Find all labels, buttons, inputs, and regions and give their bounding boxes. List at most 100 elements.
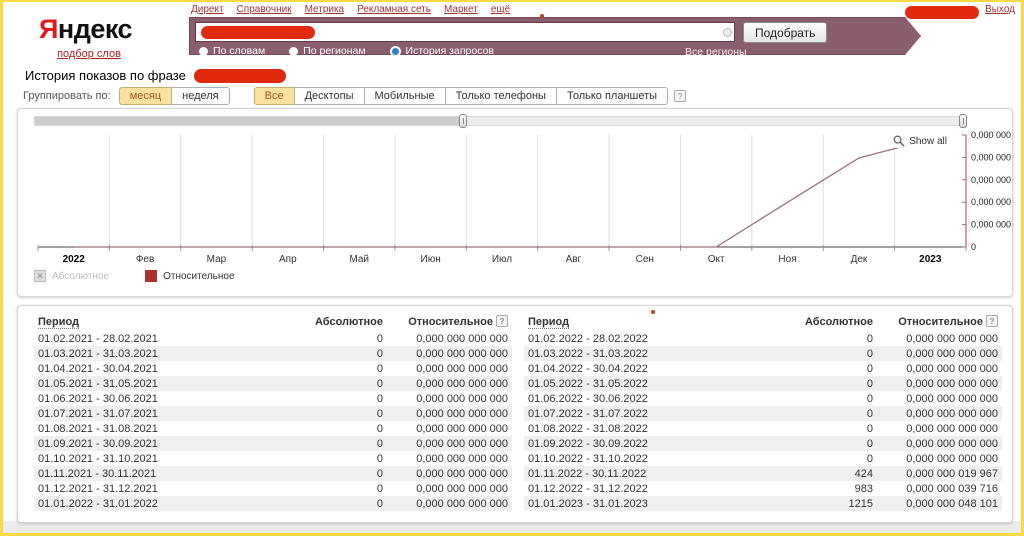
relative-cell: 0,000 000 000 000	[877, 436, 1002, 451]
relative-help-icon[interactable]: ?	[496, 315, 508, 327]
top-nav-link-0[interactable]: Директ	[191, 4, 224, 15]
period-cell: 01.05.2021 - 31.05.2021	[34, 376, 292, 391]
table-header-row: ПериодАбсолютноеОтносительное?	[524, 312, 1002, 331]
period-cell: 01.02.2021 - 28.02.2021	[34, 331, 292, 346]
history-line-chart: 2022ФевМарАпрМайИюнИюлАвгСенОктНояДек202…	[18, 129, 1014, 279]
search-mode-1[interactable]: По регионам	[289, 45, 365, 57]
legend-swatch: ✕	[34, 270, 46, 282]
top-nav-link-2[interactable]: Метрика	[305, 4, 345, 15]
device-tab-0[interactable]: Все	[254, 87, 295, 105]
svg-text:0,000 000 01: 0,000 000 01	[971, 220, 1014, 230]
relative-cell: 0,000 000 039 716	[877, 481, 1002, 496]
slider-unselected-range	[35, 117, 463, 125]
group-option-0[interactable]: месяц	[119, 87, 172, 105]
search-submit-button[interactable]: Подобрать	[743, 22, 827, 43]
absolute-cell: 0	[782, 391, 877, 406]
controls-bar: Группировать по: месяцнеделя ВсеДесктопы…	[23, 87, 686, 105]
top-nav-link-3[interactable]: Рекламная сеть	[357, 4, 431, 15]
absolute-cell: 0	[292, 496, 387, 511]
period-cell: 01.04.2022 - 30.04.2022	[524, 361, 782, 376]
logo-rest: ндекс	[58, 14, 132, 44]
absolute-cell: 0	[292, 361, 387, 376]
relative-cell: 0,000 000 000 000	[877, 331, 1002, 346]
absolute-cell: 0	[292, 376, 387, 391]
table-row: 01.06.2022 - 30.06.202200,000 000 000 00…	[524, 391, 1002, 406]
relative-cell: 0,000 000 000 000	[387, 421, 512, 436]
top-nav-link-5[interactable]: ещё	[491, 4, 510, 15]
relative-cell: 0,000 000 000 000	[387, 331, 512, 346]
search-input[interactable]	[195, 22, 735, 42]
absolute-cell: 0	[782, 376, 877, 391]
legend-label: Относительное	[163, 271, 234, 282]
legend-item-0[interactable]: ✕ Абсолютное	[34, 270, 109, 282]
device-tab-4[interactable]: Только планшеты	[556, 87, 668, 105]
relative-cell: 0,000 000 000 000	[387, 466, 512, 481]
legend-label: Абсолютное	[52, 271, 109, 282]
device-tab-3[interactable]: Только телефоны	[445, 87, 557, 105]
legend-item-1[interactable]: Относительное	[145, 270, 234, 282]
username-redacted	[905, 6, 979, 19]
svg-text:Апр: Апр	[279, 254, 297, 265]
slider-handle-right[interactable]	[959, 114, 967, 128]
relative-cell: 0,000 000 000 000	[877, 346, 1002, 361]
device-tab-1[interactable]: Десктопы	[294, 87, 365, 105]
absolute-column-header: Абсолютное	[292, 312, 387, 331]
svg-text:2022: 2022	[63, 254, 86, 265]
time-range-slider[interactable]	[34, 116, 967, 126]
relative-cell: 0,000 000 000 000	[387, 406, 512, 421]
all-regions-link[interactable]: Все регионы	[685, 46, 747, 58]
table-row: 01.08.2022 - 31.08.202200,000 000 000 00…	[524, 421, 1002, 436]
relative-help-icon[interactable]: ?	[986, 315, 998, 327]
wordstat-link[interactable]: подбор слов	[43, 48, 135, 60]
top-nav-link-1[interactable]: Справочник	[237, 4, 292, 15]
search-mode-0[interactable]: По словам	[199, 45, 265, 57]
yandex-logo[interactable]: Яндекс	[39, 14, 132, 45]
period-cell: 01.07.2021 - 31.07.2021	[34, 406, 292, 421]
relative-cell: 0,000 000 000 000	[387, 451, 512, 466]
group-option-1[interactable]: неделя	[171, 87, 230, 105]
svg-text:Авг: Авг	[566, 254, 582, 265]
top-nav-link-4[interactable]: Маркет	[444, 4, 478, 15]
period-cell: 01.12.2021 - 31.12.2021	[34, 481, 292, 496]
show-all-button[interactable]: Show all	[890, 134, 950, 148]
clear-input-icon[interactable]	[723, 28, 732, 37]
svg-text:0,000 000 04: 0,000 000 04	[971, 152, 1014, 162]
top-nav: Директ Справочник Метрика Рекламная сеть Мар…	[191, 4, 510, 15]
svg-text:Окт: Окт	[708, 254, 725, 265]
absolute-cell: 0	[292, 436, 387, 451]
table-header-row: ПериодАбсолютноеОтносительное?	[34, 312, 512, 331]
magnifier-icon	[893, 135, 905, 147]
table-row: 01.11.2022 - 30.11.20224240,000 000 019 …	[524, 466, 1002, 481]
show-all-label: Show all	[909, 136, 947, 147]
search-mode-2[interactable]: История запросов	[390, 45, 494, 57]
device-tab-2[interactable]: Мобильные	[364, 87, 446, 105]
relative-cell: 0,000 000 000 000	[387, 481, 512, 496]
absolute-cell: 0	[782, 331, 877, 346]
absolute-column-header: Абсолютное	[782, 312, 877, 331]
table-row: 01.11.2021 - 30.11.202100,000 000 000 00…	[34, 466, 512, 481]
history-chart-panel: 2022ФевМарАпрМайИюнИюлАвгСенОктНояДек202…	[17, 108, 1013, 297]
tabs-help-icon[interactable]: ?	[674, 90, 686, 102]
search-form: Подобрать По словам По регионам История за…	[189, 17, 921, 55]
table-row: 01.07.2021 - 31.07.202100,000 000 000 00…	[34, 406, 512, 421]
table-row: 01.10.2021 - 31.10.202100,000 000 000 00…	[34, 451, 512, 466]
table-row: 01.05.2021 - 31.05.202100,000 000 000 00…	[34, 376, 512, 391]
svg-text:0,000 000 05: 0,000 000 05	[971, 130, 1014, 140]
table-row: 01.08.2021 - 31.08.202100,000 000 000 00…	[34, 421, 512, 436]
absolute-cell: 0	[292, 421, 387, 436]
relative-cell: 0,000 000 000 000	[387, 376, 512, 391]
phrase-redacted	[194, 69, 286, 83]
relative-cell: 0,000 000 000 000	[387, 496, 512, 511]
search-mode-label: История запросов	[406, 45, 494, 57]
logout-link[interactable]: Выход	[985, 4, 1015, 15]
relative-cell: 0,000 000 000 000	[387, 361, 512, 376]
period-column-header[interactable]: Период	[528, 316, 569, 329]
relative-cell: 0,000 000 000 000	[877, 451, 1002, 466]
period-column-header[interactable]: Период	[38, 316, 79, 329]
device-tabs: ВсеДесктопыМобильныеТолько телефоныТольк…	[254, 87, 668, 105]
slider-handle-left[interactable]	[459, 114, 467, 128]
svg-text:Май: Май	[349, 254, 369, 265]
svg-text:Мар: Мар	[207, 254, 227, 265]
group-by-toggle: месяцнеделя	[119, 87, 230, 105]
search-mode-group: По словам По регионам История запросов	[199, 45, 494, 57]
